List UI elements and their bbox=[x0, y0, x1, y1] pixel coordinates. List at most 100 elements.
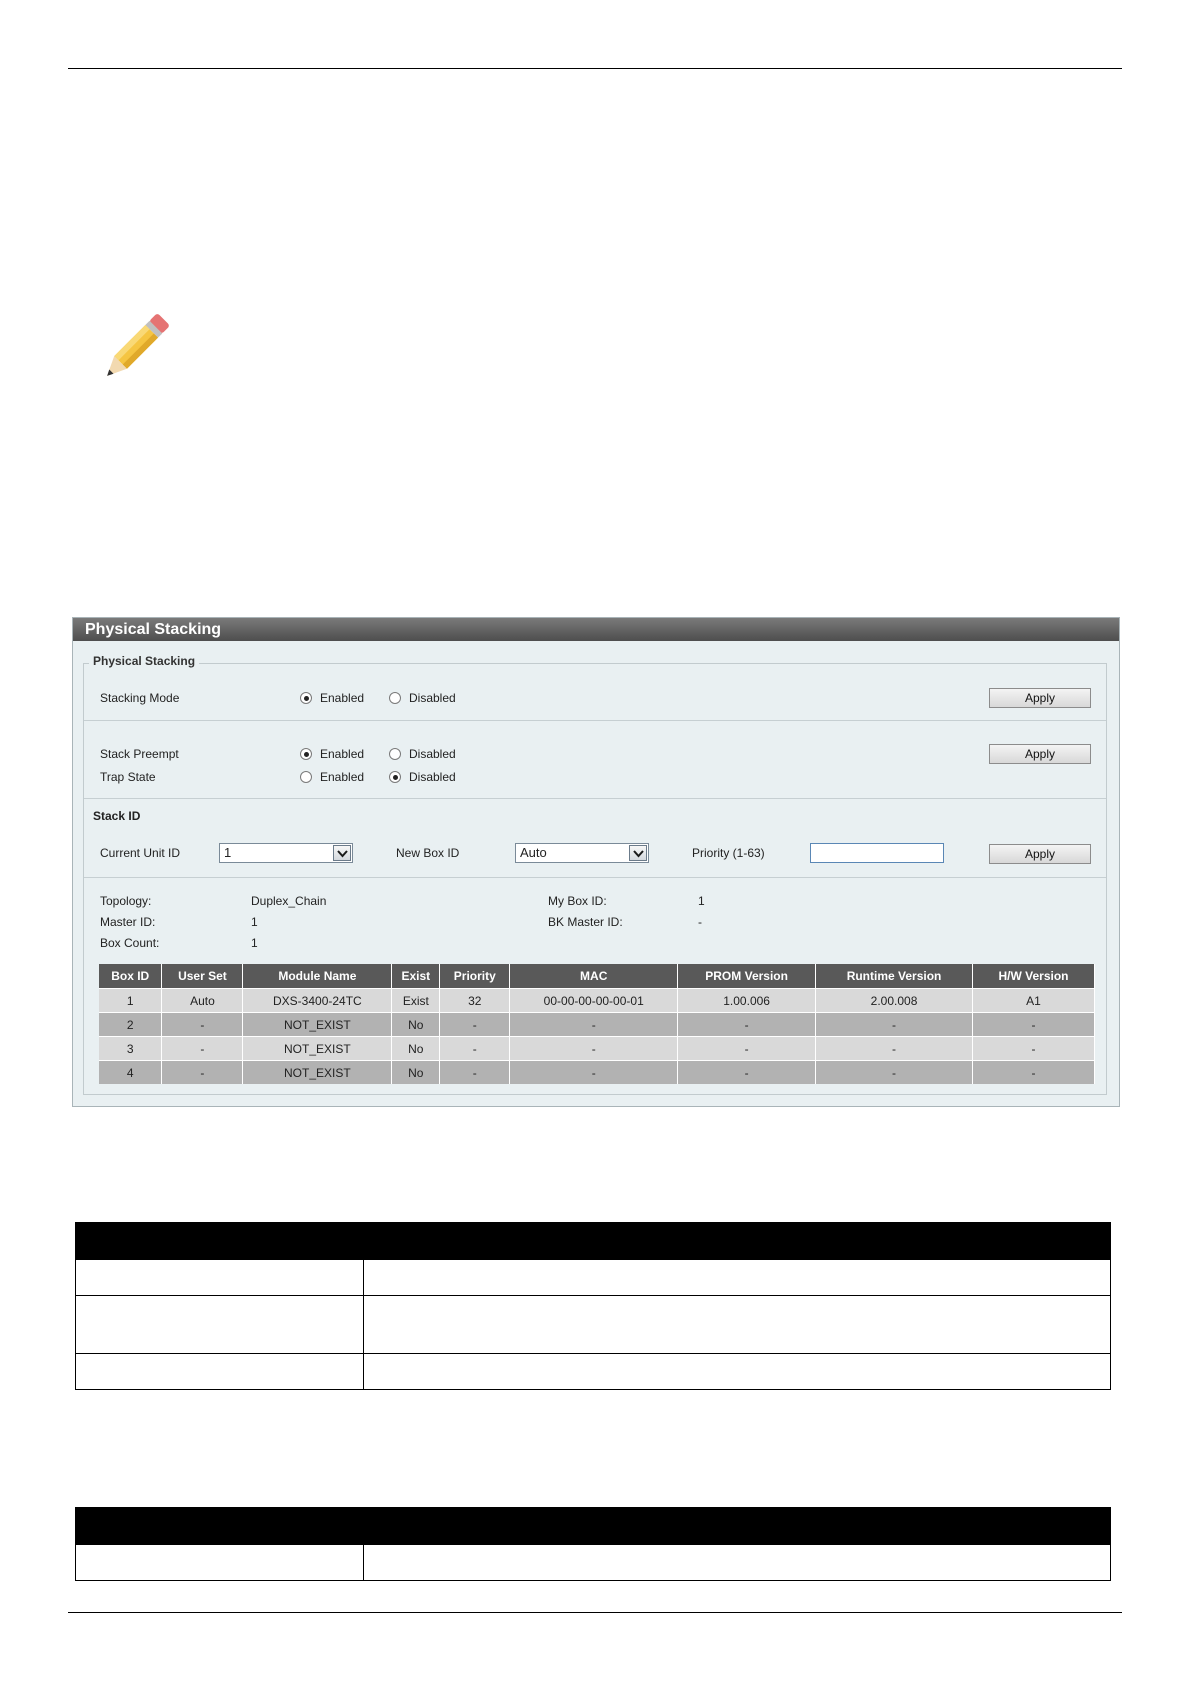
table-cell: - bbox=[815, 1060, 973, 1084]
table-cell: - bbox=[972, 1036, 1096, 1061]
trap-state-disabled-radio[interactable] bbox=[389, 771, 401, 783]
table-row bbox=[75, 1259, 1112, 1296]
table-cell: - bbox=[509, 1036, 679, 1061]
table-cell: NOT_EXIST bbox=[242, 1012, 393, 1037]
table-cell: 00-00-00-00-00-01 bbox=[509, 988, 679, 1013]
table-cell: - bbox=[509, 1012, 679, 1037]
table-cell: - bbox=[972, 1012, 1096, 1037]
topology-value: Duplex_Chain bbox=[251, 894, 327, 908]
table-header-row bbox=[75, 1507, 1112, 1545]
stack-id-apply-button[interactable]: Apply bbox=[989, 844, 1091, 864]
trap-state-label: Trap State bbox=[100, 770, 156, 784]
master-id-value: 1 bbox=[251, 915, 258, 929]
table-cell: 2.00.008 bbox=[815, 988, 973, 1013]
table-cell: 32 bbox=[439, 988, 511, 1013]
table-cell: NOT_EXIST bbox=[242, 1060, 393, 1084]
box-count-value: 1 bbox=[251, 936, 258, 950]
table-cell: No bbox=[391, 1060, 441, 1084]
divider bbox=[84, 877, 1106, 878]
parameter-table-1 bbox=[75, 1222, 1112, 1390]
priority-label: Priority (1-63) bbox=[692, 846, 765, 860]
new-box-id-value: Auto bbox=[520, 845, 547, 860]
stack-preempt-enabled-label: Enabled bbox=[320, 747, 365, 761]
table-cell: - bbox=[677, 1036, 817, 1061]
my-box-id-label: My Box ID: bbox=[548, 894, 607, 908]
table-cell: 2 bbox=[99, 1012, 163, 1037]
column-header: User Set bbox=[161, 964, 244, 989]
column-header: PROM Version bbox=[677, 964, 817, 989]
chevron-down-icon[interactable] bbox=[629, 845, 647, 861]
column-header: Runtime Version bbox=[815, 964, 973, 989]
table-cell: - bbox=[815, 1012, 973, 1037]
table-cell: 1.00.006 bbox=[677, 988, 817, 1013]
table-cell: - bbox=[972, 1060, 1096, 1084]
table-header-row: Box ID User Set Module Name Exist Priori… bbox=[99, 964, 1096, 989]
stacking-mode-disabled-radio[interactable] bbox=[389, 692, 401, 704]
table-row: 3 - NOT_EXIST No - - - - - bbox=[99, 1036, 1096, 1061]
new-box-id-label: New Box ID bbox=[396, 846, 460, 860]
table-cell: - bbox=[161, 1036, 244, 1061]
divider bbox=[84, 720, 1106, 721]
table-cell: - bbox=[439, 1060, 511, 1084]
header-rule bbox=[68, 68, 1122, 69]
table-row: 2 - NOT_EXIST No - - - - - bbox=[99, 1012, 1096, 1037]
divider bbox=[84, 798, 1106, 799]
table-row bbox=[75, 1544, 1112, 1581]
current-unit-id-value: 1 bbox=[224, 845, 232, 860]
new-box-id-select[interactable]: Auto bbox=[515, 843, 649, 863]
table-cell: - bbox=[161, 1012, 244, 1037]
table-row: 1 Auto DXS-3400-24TC Exist 32 00-00-00-0… bbox=[99, 988, 1096, 1013]
table-cell: Auto bbox=[161, 988, 244, 1013]
parameter-table-2 bbox=[75, 1507, 1112, 1581]
stacking-mode-disabled-label: Disabled bbox=[409, 691, 456, 705]
table-cell: - bbox=[509, 1060, 679, 1084]
trap-state-enabled-label: Enabled bbox=[320, 770, 365, 784]
footer-rule bbox=[68, 1612, 1122, 1613]
stacking-mode-enabled-radio[interactable] bbox=[300, 692, 312, 704]
stack-preempt-disabled-label: Disabled bbox=[409, 747, 456, 761]
column-header: Box ID bbox=[99, 964, 163, 989]
stacking-mode-apply-button[interactable]: Apply bbox=[989, 688, 1091, 708]
table-cell: - bbox=[677, 1012, 817, 1037]
stacking-mode-label: Stacking Mode bbox=[100, 691, 180, 705]
table-cell: - bbox=[439, 1012, 511, 1037]
table-cell: - bbox=[815, 1036, 973, 1061]
stacking-mode-enabled-label: Enabled bbox=[320, 691, 365, 705]
bk-master-id-label: BK Master ID: bbox=[548, 915, 623, 929]
table-cell: 4 bbox=[99, 1060, 163, 1084]
stack-box-table: Box ID User Set Module Name Exist Priori… bbox=[99, 964, 1096, 1084]
master-id-label: Master ID: bbox=[100, 915, 156, 929]
my-box-id-value: 1 bbox=[698, 894, 705, 908]
table-cell: - bbox=[161, 1060, 244, 1084]
priority-input[interactable] bbox=[810, 843, 944, 863]
table-cell: Exist bbox=[391, 988, 441, 1013]
table-cell: No bbox=[391, 1036, 441, 1061]
panel-title: Physical Stacking bbox=[73, 618, 1119, 641]
stack-id-heading: Stack ID bbox=[93, 809, 141, 823]
chevron-down-icon[interactable] bbox=[333, 845, 351, 861]
stack-preempt-disabled-radio[interactable] bbox=[389, 748, 401, 760]
trap-state-disabled-label: Disabled bbox=[409, 770, 456, 784]
bk-master-id-value: - bbox=[698, 915, 702, 929]
table-cell: NOT_EXIST bbox=[242, 1036, 393, 1061]
table-cell: DXS-3400-24TC bbox=[242, 988, 393, 1013]
trap-state-enabled-radio[interactable] bbox=[300, 771, 312, 783]
preempt-apply-button[interactable]: Apply bbox=[989, 744, 1091, 764]
column-header: H/W Version bbox=[972, 964, 1096, 989]
table-cell: 1 bbox=[99, 988, 163, 1013]
physical-stacking-panel: Physical Stacking Physical Stacking Stac… bbox=[72, 617, 1120, 1107]
stack-preempt-enabled-radio[interactable] bbox=[300, 748, 312, 760]
topology-label: Topology: bbox=[100, 894, 152, 908]
table-row bbox=[75, 1353, 1112, 1390]
table-cell: - bbox=[677, 1060, 817, 1084]
fieldset-legend: Physical Stacking bbox=[89, 654, 200, 668]
column-header: MAC bbox=[509, 964, 679, 989]
table-row: 4 - NOT_EXIST No - - - - - bbox=[99, 1060, 1096, 1084]
table-cell: - bbox=[439, 1036, 511, 1061]
current-unit-id-select[interactable]: 1 bbox=[219, 843, 353, 863]
table-cell: 3 bbox=[99, 1036, 163, 1061]
pencil-icon bbox=[107, 314, 169, 376]
current-unit-id-label: Current Unit ID bbox=[100, 846, 181, 860]
table-cell: No bbox=[391, 1012, 441, 1037]
column-header: Module Name bbox=[242, 964, 393, 989]
